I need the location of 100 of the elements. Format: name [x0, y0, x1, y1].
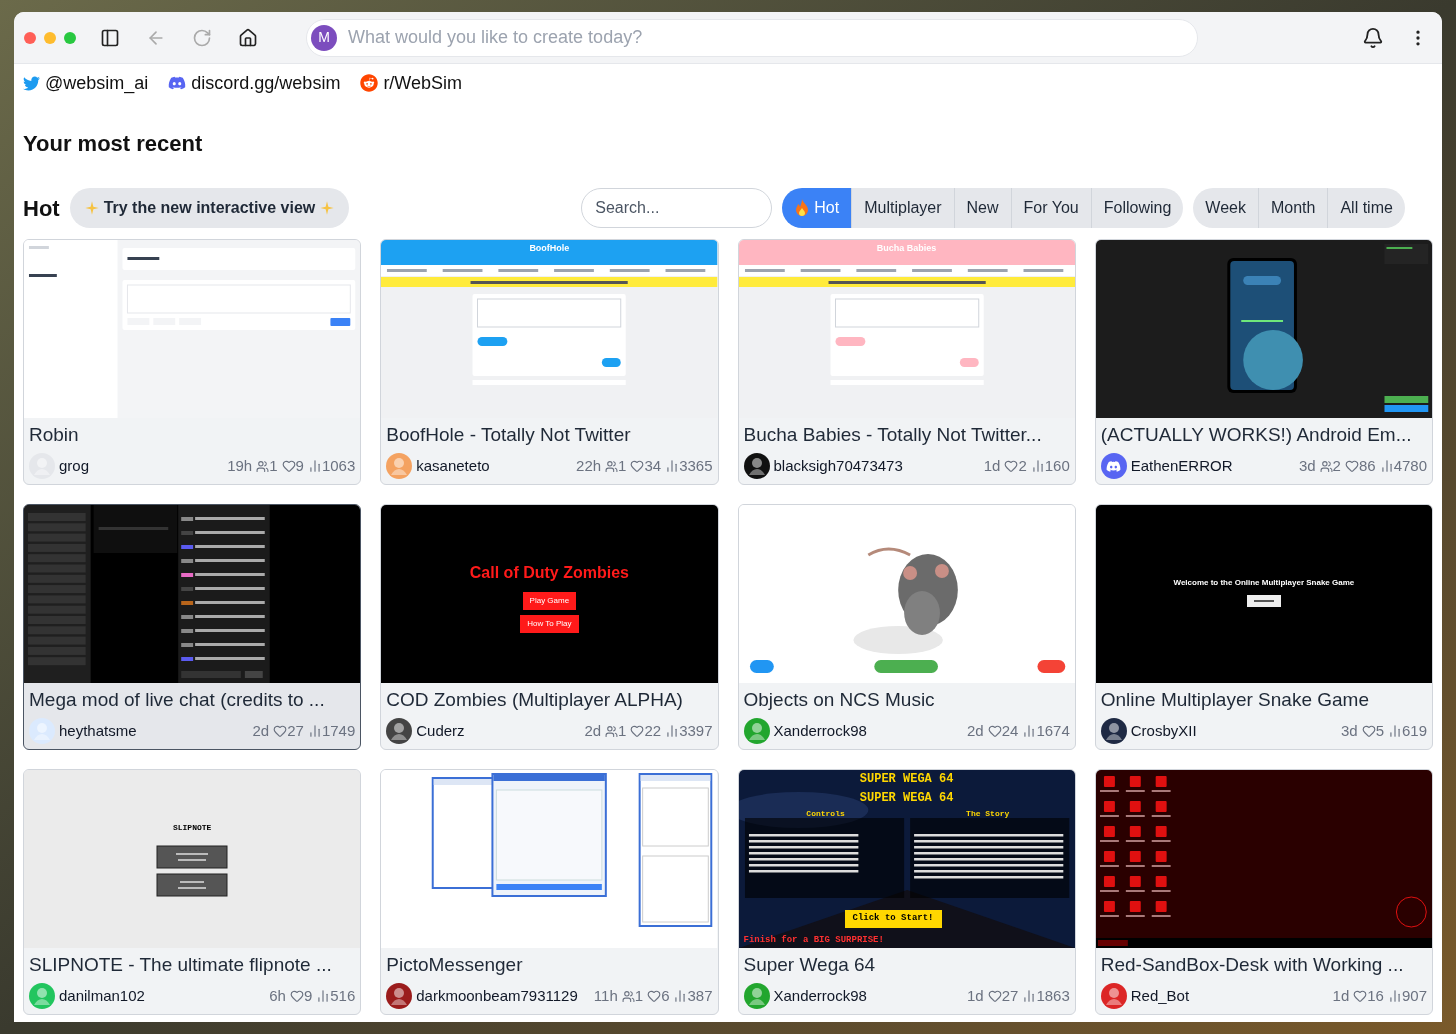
view-count: 619: [1401, 720, 1427, 741]
time-ago: 2d: [252, 720, 270, 741]
search-field[interactable]: Search...: [581, 188, 773, 228]
filter-tab[interactable]: Hot: [782, 188, 853, 228]
like-count: 24: [1001, 720, 1019, 741]
notification-icon[interactable]: [1362, 26, 1384, 49]
user-count: 1: [618, 720, 627, 741]
filter-tab[interactable]: Week: [1193, 188, 1259, 228]
author-name[interactable]: darkmoonbeam7931129: [416, 984, 578, 1008]
views-icon: [1387, 724, 1402, 738]
author-name[interactable]: CrosbyXII: [1130, 719, 1197, 743]
home-icon[interactable]: [238, 27, 258, 48]
filter-tab[interactable]: Following: [1091, 188, 1184, 228]
heart-icon: [630, 724, 645, 738]
view-count: 4780: [1393, 455, 1427, 476]
interactive-view-button[interactable]: Try the new interactive view: [69, 188, 350, 228]
view-count: 3365: [679, 455, 713, 476]
project-card[interactable]: BoofHole BoofHole - Totally Not Twitter kasaneteto 22h 1 34 3365: [380, 239, 719, 485]
project-card[interactable]: SLIPNOTE SLIPNOTE - The ultimate flipnote ... danilman102 6h 9 516: [23, 769, 362, 1015]
project-title: Mega mod of live chat (credits to ...: [29, 688, 326, 712]
heart-icon: [281, 459, 296, 473]
social-link[interactable]: r/WebSim: [383, 69, 463, 97]
author-name[interactable]: kasaneteto: [416, 454, 490, 478]
close-icon[interactable]: [24, 31, 36, 44]
time-ago: 3d: [1298, 455, 1316, 476]
discord-icon: [168, 74, 187, 92]
project-card[interactable]: SUPER WEGA 64 SUPER WEGA 64 Controls The Story Click to Start! Finish for a BIG SURPRISE! Super Wega 64 Xanderrock98 1d 27 1863: [737, 769, 1076, 1015]
project-card[interactable]: PictoMessenger darkmoonbeam7931129 11h 1 6 387: [380, 769, 719, 1015]
footer-text: Finish for a BIG SURPRISE!: [743, 933, 884, 947]
project-title: (ACTUALLY WORKS!) Android Em...: [1100, 423, 1413, 447]
like-count: 5: [1375, 720, 1384, 741]
project-card[interactable]: (ACTUALLY WORKS!) Android Em... EathenERROR 3d 2 86 4780: [1094, 239, 1433, 485]
views-icon: [1379, 459, 1394, 473]
reload-icon[interactable]: [192, 27, 212, 48]
panel-heading: Controls: [805, 808, 846, 820]
minimize-icon[interactable]: [44, 31, 56, 44]
heart-icon: [987, 989, 1002, 1003]
like-count: 2: [1018, 455, 1027, 476]
heart-icon: [1361, 724, 1376, 738]
project-card[interactable]: Objects on NCS Music Xanderrock98 2d 24 1674: [737, 504, 1076, 750]
time-ago: 22h: [576, 455, 602, 476]
author-name[interactable]: heythatsme: [59, 719, 137, 743]
filter-tab[interactable]: For You: [1011, 188, 1092, 228]
users-icon: [605, 459, 619, 473]
views-icon: [1387, 989, 1402, 1003]
project-title: Bucha Babies - Totally Not Twitter...: [743, 423, 1043, 447]
project-card[interactable]: Robin grog 19h 1 9 1063: [23, 239, 362, 485]
user-count: 1: [634, 985, 644, 1006]
time-ago: 1d: [983, 455, 1001, 476]
author-name[interactable]: Xanderrock98: [773, 719, 867, 743]
heart-icon: [1344, 459, 1359, 473]
author-name[interactable]: Xanderrock98: [773, 984, 867, 1008]
project-card[interactable]: Red-SandBox-Desk with Working ... Red_Bot 1d 16 907: [1094, 769, 1433, 1015]
project-card[interactable]: Welcome to the Online Multiplayer Snake Game Online Multiplayer Snake Game CrosbyXII 3d 5 619: [1094, 504, 1433, 750]
users-icon: [605, 724, 619, 738]
like-count: 16: [1367, 985, 1384, 1006]
play-button-drawing: [1246, 595, 1281, 607]
menu-button: Play Game: [522, 592, 577, 610]
bird-icon: [23, 74, 40, 92]
author-name[interactable]: blacksigh70473473: [773, 454, 903, 478]
project-card[interactable]: Call of Duty Zombies Play Game How To Play COD Zombies (Multiplayer ALPHA) Cuderz 2d 1 22 3397: [380, 504, 719, 750]
sidebar-icon[interactable]: [100, 27, 120, 48]
like-count: 9: [295, 455, 304, 476]
project-title: Robin: [29, 423, 80, 447]
author-name[interactable]: danilman102: [59, 984, 145, 1008]
social-link[interactable]: @websim_ai: [45, 69, 149, 97]
maximize-icon[interactable]: [64, 31, 76, 44]
view-count: 1063: [321, 455, 356, 476]
splash-heading: Welcome to the Online Multiplayer Snake Game: [1173, 577, 1355, 589]
views-icon: [665, 724, 680, 738]
author-name[interactable]: Cuderz: [416, 719, 465, 743]
view-count: 1863: [1036, 985, 1070, 1006]
filter-tab[interactable]: Month: [1258, 188, 1329, 228]
heart-icon: [987, 724, 1002, 738]
filter-tab[interactable]: All time: [1328, 188, 1405, 228]
filter-tab[interactable]: New: [954, 188, 1012, 228]
like-count: 9: [303, 985, 313, 1006]
section-heading: Your most recent: [22, 130, 204, 158]
game-title: Call of Duty Zombies: [469, 563, 629, 583]
author-name[interactable]: EathenERROR: [1130, 454, 1233, 478]
heart-icon: [1004, 459, 1019, 473]
time-ago: 1d: [967, 985, 984, 1006]
project-title: PictoMessenger: [386, 953, 524, 977]
time-ago: 6h: [269, 985, 286, 1006]
time-ago: 3d: [1340, 720, 1358, 741]
like-count: 27: [1001, 985, 1019, 1006]
author-name[interactable]: grog: [59, 454, 90, 478]
app-title: BoofHole: [528, 242, 571, 255]
filter-tab[interactable]: Multiplayer: [852, 188, 955, 228]
app-title: SLIPNOTE: [172, 822, 212, 834]
user-count: 1: [618, 455, 627, 476]
social-link[interactable]: discord.gg/websim: [191, 69, 341, 97]
panel-heading: The Story: [965, 808, 1011, 820]
game-title: SUPER WEGA 64: [859, 771, 954, 788]
author-name[interactable]: Red_Bot: [1130, 984, 1190, 1008]
project-title: Super Wega 64: [743, 953, 877, 977]
project-card[interactable]: Bucha Babies Bucha Babies - Totally Not Twitter... blacksigh70473473 1d 2 160: [737, 239, 1076, 485]
project-card[interactable]: Mega mod of live chat (credits to ... heythatsme 2d 27 1749: [23, 504, 362, 750]
time-ago: 19h: [227, 455, 253, 476]
reddit-icon: [360, 74, 379, 92]
